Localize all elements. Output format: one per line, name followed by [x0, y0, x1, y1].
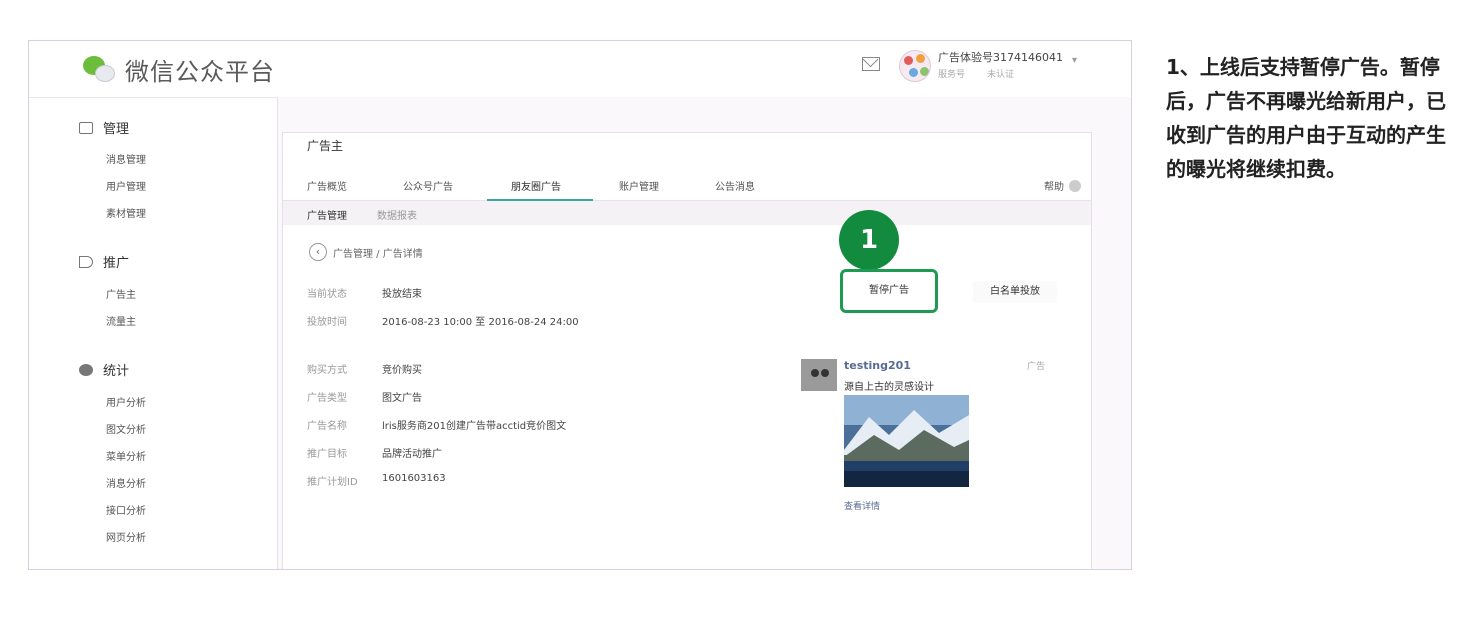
koala-avatar: [801, 359, 837, 391]
tab-moments-ads[interactable]: 朋友圈广告: [511, 178, 561, 193]
sidebar-item-advertiser[interactable]: 广告主: [106, 286, 136, 301]
tab-official-account-ads[interactable]: 公众号广告: [403, 178, 453, 193]
chevron-down-icon[interactable]: ▾: [1072, 55, 1077, 66]
step-marker: 1: [839, 210, 899, 270]
help-link[interactable]: 帮助: [1044, 178, 1081, 193]
megaphone-icon: [79, 255, 93, 268]
sidebar: 管理 消息管理 用户管理 素材管理 推广 广告主 流量主 统计 用户分析 图文分…: [29, 97, 278, 569]
field-value: 品牌活动推广: [382, 449, 442, 460]
field-value: 2016-08-23 10:00 至 2016-08-24 24:00: [382, 317, 579, 328]
ad-detail-card: 广告主 广告概览 公众号广告 朋友圈广告 账户管理 公告消息 帮助 广告管理 数…: [282, 132, 1092, 569]
tab-account-management[interactable]: 账户管理: [619, 178, 659, 193]
section-title: 广告主: [307, 139, 344, 153]
sidebar-item-article-analytics[interactable]: 图文分析: [106, 421, 146, 436]
sidebar-group-manage: 管理: [79, 118, 129, 137]
view-details-link[interactable]: 查看详情: [844, 499, 880, 512]
back-arrow-icon[interactable]: ‹: [309, 243, 327, 261]
field-value: lris服务商201创建广告带acctid竞价图文: [382, 421, 567, 432]
sidebar-item-menu-analytics[interactable]: 菜单分析: [106, 448, 146, 463]
field-label: 广告类型: [307, 393, 347, 404]
field-value: 竞价购买: [382, 365, 422, 376]
sidebar-group-label: 管理: [103, 122, 130, 137]
wechat-logo-icon: [81, 52, 121, 86]
info-row: 推广计划ID 1601603163: [307, 473, 446, 488]
field-label: 广告名称: [307, 421, 347, 432]
top-bar: 微信公众平台 广告体验号3174146041 服务号 未认证 ▾: [29, 41, 1131, 97]
inbox-icon: [79, 121, 93, 134]
subtab-data-reports[interactable]: 数据报表: [377, 207, 417, 222]
landscape-image[interactable]: [844, 395, 969, 487]
tab-announcements[interactable]: 公告消息: [715, 178, 755, 193]
sidebar-group-stats: 统计: [79, 360, 129, 379]
sidebar-item-message-analytics[interactable]: 消息分析: [106, 475, 146, 490]
status-row: 当前状态 投放结束: [307, 285, 422, 300]
ad-tag: 广告: [1027, 362, 1046, 372]
account-verify-status: 未认证: [987, 70, 1015, 80]
info-row: 购买方式 竞价购买: [307, 361, 422, 376]
sidebar-group-label: 推广: [103, 256, 130, 271]
tab-overview[interactable]: 广告概览: [307, 178, 347, 193]
breadcrumb: 广告管理 / 广告详情: [333, 249, 423, 260]
field-value: 图文广告: [382, 393, 422, 404]
sidebar-group-label: 统计: [103, 364, 130, 379]
preview-author-name[interactable]: testing201: [844, 359, 911, 372]
status-row: 投放时间 2016-08-23 10:00 至 2016-08-24 24:00: [307, 313, 579, 328]
field-value: 投放结束: [382, 289, 422, 300]
sidebar-item-messages[interactable]: 消息管理: [106, 151, 146, 166]
whitelist-delivery-button[interactable]: 白名单投放: [973, 281, 1057, 303]
logo[interactable]: 微信公众平台: [81, 49, 275, 89]
logo-text: 微信公众平台: [125, 57, 275, 86]
mail-icon[interactable]: [862, 57, 880, 71]
info-row: 广告名称 lris服务商201创建广告带acctid竞价图文: [307, 417, 566, 432]
help-label: 帮助: [1044, 182, 1064, 193]
app-window: 微信公众平台 广告体验号3174146041 服务号 未认证 ▾ 管理 消息管理…: [28, 40, 1132, 570]
pie-chart-icon: [79, 363, 93, 376]
subtab-ad-management[interactable]: 广告管理: [307, 207, 347, 222]
pause-ad-button[interactable]: 暂停广告: [840, 269, 938, 313]
sidebar-item-materials[interactable]: 素材管理: [106, 205, 146, 220]
info-row: 广告类型 图文广告: [307, 389, 422, 404]
sidebar-item-users[interactable]: 用户管理: [106, 178, 146, 193]
account-avatar[interactable]: [899, 50, 931, 82]
field-label: 推广计划ID: [307, 477, 358, 488]
field-label: 投放时间: [307, 317, 347, 328]
field-label: 推广目标: [307, 449, 347, 460]
info-row: 推广目标 品牌活动推广: [307, 445, 442, 460]
sidebar-item-publisher[interactable]: 流量主: [106, 313, 136, 328]
annotation-text: 1、上线后支持暂停广告。暂停后，广告不再曝光给新用户，已收到广告的用户由于互动的…: [1166, 55, 1446, 181]
sidebar-group-promotion: 推广: [79, 252, 129, 271]
field-label: 购买方式: [307, 365, 347, 376]
subtab-bar: 广告管理 数据报表: [283, 201, 1091, 225]
account-type: 服务号: [938, 70, 966, 80]
field-label: 当前状态: [307, 289, 347, 300]
sidebar-item-api-analytics[interactable]: 接口分析: [106, 502, 146, 517]
field-value: 1601603163: [382, 473, 446, 484]
help-icon: [1069, 179, 1081, 192]
tab-bar: 广告概览 公众号广告 朋友圈广告 账户管理 公告消息 帮助: [283, 169, 1091, 201]
preview-text: 源自上古的灵感设计: [844, 382, 934, 393]
account-name[interactable]: 广告体验号3174146041: [938, 49, 1063, 65]
sidebar-item-user-analytics[interactable]: 用户分析: [106, 394, 146, 409]
sidebar-item-web-analytics[interactable]: 网页分析: [106, 529, 146, 544]
ad-preview: testing201 广告 源自上古的灵感设计 查看详情: [791, 353, 1073, 569]
